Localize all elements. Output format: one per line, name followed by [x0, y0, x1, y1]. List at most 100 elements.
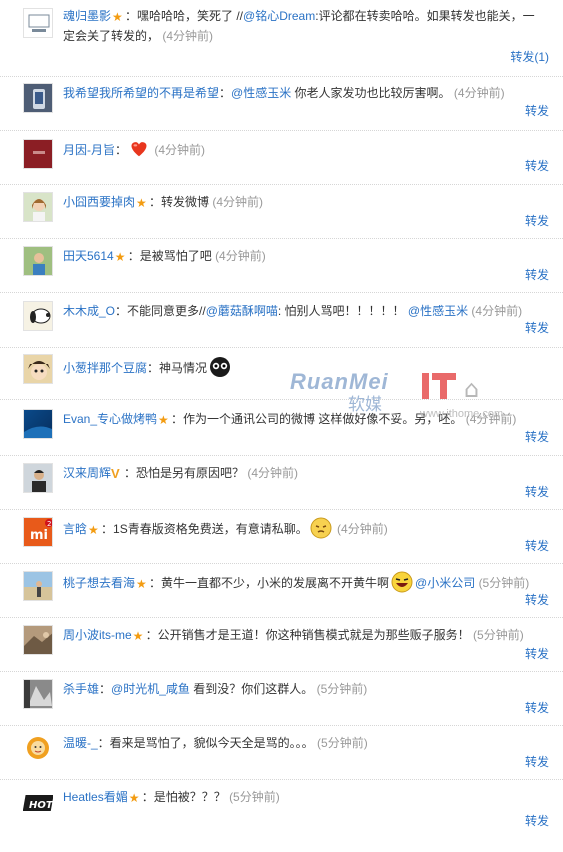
- phone-avatar-icon: [24, 84, 52, 112]
- comment-item: 田天5614★ ：是被骂怕了吧 (4分钟前) 转发: [0, 239, 563, 293]
- user-name[interactable]: 小囧西要掉肉: [63, 195, 135, 209]
- user-name[interactable]: 月因-月旨: [63, 143, 115, 157]
- forward-link[interactable]: 转发: [525, 429, 549, 445]
- forward-link[interactable]: 转发: [525, 700, 549, 716]
- comment-text: 桃子想去看海★ ：黄牛一直都不少，小米的发展离不开黄牛啊 @小米公司 (5分钟前): [63, 571, 541, 593]
- user-name[interactable]: 汉来周辉: [63, 466, 111, 480]
- comment-text: 言晗★ ：1S青春版资格免费送，有意请私聊。 (4分钟前): [63, 517, 541, 539]
- forward-link[interactable]: 转发: [525, 646, 549, 662]
- avatar[interactable]: [23, 83, 53, 113]
- mention-link[interactable]: @小米公司: [415, 576, 475, 590]
- avatar[interactable]: HOT: [23, 787, 53, 817]
- forward-link[interactable]: 转发: [525, 754, 549, 770]
- svg-text:mi: mi: [30, 528, 48, 543]
- avatar[interactable]: [23, 192, 53, 222]
- avatar[interactable]: [23, 463, 53, 493]
- user-name[interactable]: 魂归墨影: [63, 9, 111, 23]
- avatar[interactable]: [23, 625, 53, 655]
- comment-body: ：公开销售才是王道！你这种销售模式就是为那些贩子服务！: [145, 628, 470, 642]
- svg-text:HOT: HOT: [29, 800, 53, 811]
- comment-item: 木木成_O：不能同意更多//@蘑菇酥啊喵: 怕别人骂吧！！！！！ @性感玉米 (…: [0, 293, 563, 348]
- forward-link[interactable]: 转发: [525, 592, 549, 608]
- comment-body: ：不能同意更多//: [115, 304, 206, 318]
- user-name[interactable]: 小葱拌那个豆腐: [63, 361, 147, 375]
- comment-text: 小囧西要掉肉★ ：转发微博 (4分钟前): [63, 192, 541, 212]
- comment-item: 汉来周辉V ：恐怕是另有原因吧？ (4分钟前) 转发: [0, 456, 563, 510]
- forward-link[interactable]: 转发: [525, 267, 549, 283]
- verified-v-icon: V: [111, 466, 120, 481]
- avatar[interactable]: [23, 301, 53, 331]
- forward-link[interactable]: 转发: [525, 213, 549, 229]
- comment-body: ：转发微博: [149, 195, 210, 209]
- text-logo-avatar-icon: [24, 9, 52, 37]
- user-name[interactable]: 杀手雄: [63, 682, 99, 696]
- timestamp: (4分钟前): [465, 412, 517, 426]
- forward-link[interactable]: 转发: [525, 538, 549, 554]
- mention-link[interactable]: @时光机_咸鱼: [111, 682, 190, 696]
- comment-text: 魂归墨影★ ：嘿哈哈哈，笑死了 //@铭心Dream:评论都在转卖哈哈。如果转发也…: [63, 6, 541, 46]
- forward-link[interactable]: 转发: [525, 813, 549, 829]
- man-avatar-icon: [24, 464, 52, 492]
- comment-item: 桃子想去看海★ ：黄牛一直都不少，小米的发展离不开黄牛啊 @小米公司 (5分钟前) …: [0, 564, 563, 618]
- comment-item: 温暖-_：看来是骂怕了，貌似今天全是骂的。。。 (5分钟前) 转发: [0, 726, 563, 780]
- anime-avatar-icon: [24, 355, 52, 383]
- mention-link-2[interactable]: @性感玉米: [408, 304, 468, 318]
- user-name[interactable]: 言晗: [63, 522, 87, 536]
- forward-link[interactable]: 转发(1): [510, 49, 549, 65]
- forward-link[interactable]: 转发: [525, 320, 549, 336]
- forward-link[interactable]: 转发: [525, 484, 549, 500]
- avatar[interactable]: [23, 733, 53, 763]
- user-name[interactable]: Heatles看媚: [63, 790, 128, 804]
- avatar[interactable]: [23, 354, 53, 384]
- forward-link[interactable]: 转发: [525, 103, 549, 119]
- comment-item: 月因-月旨： (4分钟前) 转发: [0, 131, 563, 185]
- comment-item: 周小波its-me★ ：公开销售才是王道！你这种销售模式就是为那些贩子服务！ (5…: [0, 618, 563, 672]
- comment-text: 小葱拌那个豆腐：神马情况: [63, 356, 541, 378]
- timestamp: (5分钟前): [317, 736, 368, 750]
- user-name[interactable]: 周小波its-me: [63, 628, 132, 642]
- mention-link[interactable]: @性感玉米: [231, 86, 291, 100]
- user-name[interactable]: 我希望我所希望的不再是希望: [63, 86, 219, 100]
- vip-badge-icon: ★: [132, 629, 144, 643]
- avatar[interactable]: [23, 571, 53, 601]
- blue-avatar-icon: [24, 410, 52, 438]
- timestamp: (4分钟前): [215, 249, 266, 263]
- girl-avatar-icon: [24, 193, 52, 221]
- avatar[interactable]: [23, 409, 53, 439]
- user-name[interactable]: 桃子想去看海: [63, 576, 135, 590]
- comment-body: ：恐怕是另有原因吧？: [124, 466, 245, 480]
- comment-body: ：1S青春版资格免费送，有意请私聊。: [101, 522, 308, 536]
- snoopy-avatar-icon: [24, 302, 52, 330]
- avatar[interactable]: [23, 679, 53, 709]
- avatar[interactable]: mi 2: [23, 517, 53, 547]
- svg-text:2: 2: [47, 520, 51, 528]
- user-name[interactable]: 田天5614: [63, 249, 114, 263]
- comment-text: 木木成_O：不能同意更多//@蘑菇酥啊喵: 怕别人骂吧！！！！！ @性感玉米 (…: [63, 301, 541, 321]
- comment-text: 我希望我所希望的不再是希望：@性感玉米 你老人家发功也比较厉害啊。 (4分钟前): [63, 83, 541, 103]
- user-name[interactable]: 木木成_O: [63, 304, 115, 318]
- forward-link[interactable]: 转发: [525, 158, 549, 174]
- vip-badge-icon: ★: [88, 523, 99, 537]
- timestamp: (4分钟前): [162, 29, 214, 43]
- comment-body: ：: [219, 86, 232, 100]
- heart-emoji-icon: [131, 142, 147, 157]
- vip-badge-icon: ★: [136, 577, 147, 591]
- comment-body: ：: [99, 682, 112, 696]
- comment-text: 温暖-_：看来是骂怕了，貌似今天全是骂的。。。 (5分钟前): [63, 733, 541, 753]
- red-book-avatar-icon: [24, 140, 52, 168]
- bw-avatar-icon: [24, 680, 52, 708]
- comment-text: Heatles看媚★ ：是怕被？？？ (5分钟前): [63, 787, 541, 807]
- avatar[interactable]: [23, 246, 53, 276]
- mention-link[interactable]: @蘑菇酥啊喵: [206, 304, 278, 318]
- comment-item: 杀手雄：@时光机_咸鱼 看到没？你们这群人。 (5分钟前) 转发: [0, 672, 563, 726]
- mention-link[interactable]: @铭心Dream: [243, 9, 315, 23]
- avatar[interactable]: [23, 8, 53, 38]
- comment-body: ：嘿哈哈哈，笑死了 //: [125, 9, 244, 23]
- timestamp: (4分钟前): [337, 522, 388, 536]
- comment-item: HOT Heatles看媚★ ：是怕被？？？ (5分钟前) 转发: [0, 780, 563, 838]
- shy-emoji-icon: [310, 517, 332, 539]
- avatar[interactable]: [23, 139, 53, 169]
- comment-text: 周小波its-me★ ：公开销售才是王道！你这种销售模式就是为那些贩子服务！ (5…: [63, 625, 541, 645]
- user-name[interactable]: Evan_专心做烤鸭: [63, 412, 157, 426]
- user-name[interactable]: 温暖-_: [63, 736, 98, 750]
